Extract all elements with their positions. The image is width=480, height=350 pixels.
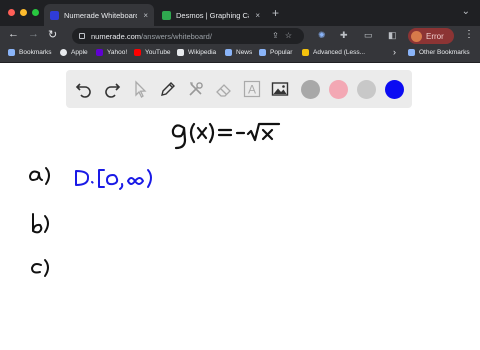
apple-icon xyxy=(60,49,67,56)
avatar xyxy=(411,30,422,42)
puzzle-icon[interactable]: ✚ xyxy=(340,30,348,41)
forward-icon[interactable]: → xyxy=(28,28,39,40)
color-swatch-blue[interactable] xyxy=(385,80,404,99)
text-tool-glyph: A xyxy=(248,83,256,97)
address-path: /answers/whiteboard/ xyxy=(141,31,212,41)
redo-icon[interactable] xyxy=(102,79,122,99)
tab-desmos[interactable]: Desmos | Graphing Calculator × xyxy=(156,4,266,26)
youtube-icon xyxy=(134,49,141,56)
close-tab-icon[interactable]: × xyxy=(143,11,148,20)
whiteboard-toolbar: A xyxy=(66,70,412,108)
color-swatch-gray[interactable] xyxy=(301,80,320,99)
select-icon[interactable] xyxy=(130,79,150,99)
menu-icon[interactable]: ⋮ xyxy=(464,29,474,40)
sidebar-icon[interactable]: ◧ xyxy=(388,30,397,41)
folder-icon xyxy=(225,49,232,56)
bookmark-item[interactable]: Advanced (Less... xyxy=(302,49,365,56)
reload-icon[interactable]: ↻ xyxy=(48,28,57,41)
yahoo-icon xyxy=(96,49,103,56)
profile-error-label: Error xyxy=(426,31,444,41)
undo-icon[interactable] xyxy=(74,79,94,99)
bookmark-item[interactable]: Bookmarks xyxy=(8,49,52,56)
share-star-icons[interactable]: ⇪☆ xyxy=(272,31,298,40)
tab-title: Desmos | Graphing Calculator xyxy=(176,10,249,20)
eraser-icon[interactable] xyxy=(214,79,234,99)
image-icon[interactable] xyxy=(270,79,290,99)
back-icon[interactable]: ← xyxy=(8,28,19,40)
cast-icon[interactable]: ▭ xyxy=(364,30,373,41)
address-bar[interactable]: numerade.com /answers/whiteboard/ ⇪☆ xyxy=(72,28,304,44)
bookmarks-icon xyxy=(8,49,15,56)
tab-strip: Numerade Whiteboard × Desmos | Graphing … xyxy=(0,0,480,26)
desmos-favicon-icon xyxy=(162,10,171,20)
browser-toolbar: ← → ↻ numerade.com /answers/whiteboard/ … xyxy=(0,26,480,46)
profile-error-button[interactable]: Error xyxy=(408,28,454,44)
new-tab-icon[interactable]: + xyxy=(272,6,279,20)
bookmark-item[interactable]: News xyxy=(225,49,252,56)
bookmark-item[interactable]: Popular xyxy=(259,49,292,56)
tab-search-icon[interactable]: ⌄ xyxy=(462,6,470,17)
pen-icon[interactable] xyxy=(158,79,178,99)
color-swatch-light-gray[interactable] xyxy=(357,80,376,99)
address-domain: numerade.com xyxy=(91,31,142,41)
color-swatch-pink[interactable] xyxy=(329,80,348,99)
wikipedia-icon xyxy=(177,49,184,56)
close-window-dot[interactable] xyxy=(8,9,15,16)
advanced-icon xyxy=(302,49,309,56)
bookmark-item[interactable]: YouTube xyxy=(134,49,171,56)
bookmark-item[interactable]: Yahoo! xyxy=(96,49,127,56)
extension-icon[interactable]: ✺ xyxy=(318,30,326,41)
folder-icon xyxy=(259,49,266,56)
bookmark-item[interactable]: Apple xyxy=(60,49,88,56)
other-bookmarks[interactable]: Other Bookmarks xyxy=(408,49,470,56)
tab-title: Numerade Whiteboard xyxy=(64,10,138,20)
folder-icon xyxy=(408,49,415,56)
lock-icon xyxy=(79,33,85,39)
maximize-window-dot[interactable] xyxy=(32,9,39,16)
tools-icon[interactable] xyxy=(186,79,206,99)
numerade-favicon-icon xyxy=(50,10,59,20)
text-icon[interactable]: A xyxy=(242,79,262,99)
bookmarks-overflow-icon[interactable]: › xyxy=(393,47,396,57)
minimize-window-dot[interactable] xyxy=(20,9,27,16)
tab-numerade[interactable]: Numerade Whiteboard × xyxy=(44,4,154,26)
bookmarks-bar: Bookmarks Apple Yahoo! YouTube Wikipedia… xyxy=(0,46,480,63)
bookmark-item[interactable]: Wikipedia xyxy=(177,49,216,56)
close-tab-icon[interactable]: × xyxy=(255,11,260,20)
